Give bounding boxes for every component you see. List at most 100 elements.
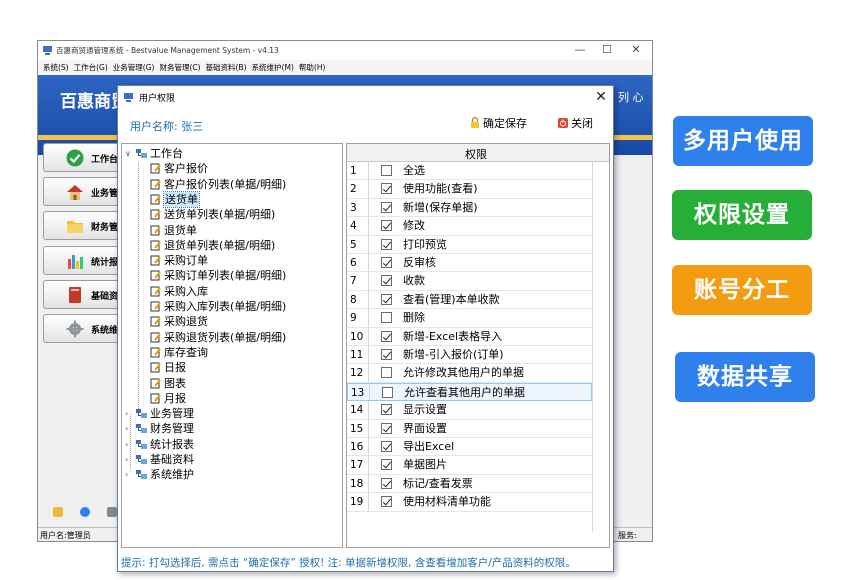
collapse-arrow-icon[interactable]: › <box>125 467 134 482</box>
permission-row[interactable]: 12 允许修改其他用户的单据 <box>347 364 592 383</box>
menu-workbench[interactable]: 工作台(G) <box>74 60 108 75</box>
dialog-close-button[interactable]: ✕ <box>592 88 610 106</box>
permission-row[interactable]: 8 查看(管理)本单收款 <box>347 290 592 310</box>
permission-checkbox[interactable] <box>382 386 393 398</box>
folder-icon <box>67 221 83 233</box>
permission-checkbox[interactable] <box>381 459 392 471</box>
permission-checkbox[interactable] <box>381 293 392 305</box>
permission-row[interactable]: 5 打印预览 <box>347 235 592 254</box>
permission-row[interactable]: 9 删除 <box>347 309 592 328</box>
sidebar-button-workbench[interactable]: 工作台 <box>43 143 121 172</box>
row-number: 14 <box>347 401 369 419</box>
permission-label: 使用材料清单功能 <box>403 495 491 509</box>
row-number: 10 <box>347 327 369 345</box>
minimize-button[interactable]: — <box>568 42 592 58</box>
permission-checkbox[interactable] <box>381 349 392 360</box>
folder-tree-icon <box>136 424 147 434</box>
chart-icon <box>68 255 83 269</box>
permission-row[interactable]: 4 修改 <box>347 217 592 236</box>
collapse-arrow-icon[interactable]: › <box>125 437 134 452</box>
sidebar-button-basic-data[interactable]: 基础资 <box>43 280 121 309</box>
permission-checkbox[interactable] <box>381 367 392 379</box>
permission-row[interactable]: 11 新增-引入报价(订单) <box>347 346 592 365</box>
row-number: 19 <box>347 493 369 511</box>
permission-row[interactable]: 6 反审核 <box>347 254 592 273</box>
menu-business[interactable]: 业务管理(G) <box>113 60 155 75</box>
permission-checkbox[interactable] <box>381 257 392 268</box>
permission-row[interactable]: 2 使用功能(查看) <box>347 180 592 199</box>
permission-row[interactable]: 16 导出Excel <box>347 438 592 457</box>
sidebar-button-finance[interactable]: 财务管 <box>43 211 121 240</box>
permission-label: 反审核 <box>403 256 436 269</box>
tree-node-label: 图表 <box>164 376 186 390</box>
menu-bar: 系统(S) 工作台(G) 业务管理(G) 财务管理(C) 基础资料(B) 系统维护(M) 帮… <box>38 60 652 75</box>
document-edit-icon <box>150 240 161 251</box>
permission-checkbox[interactable] <box>381 330 392 342</box>
collapse-arrow-icon[interactable]: › <box>125 452 134 467</box>
document-edit-icon <box>150 362 161 373</box>
permission-checkbox[interactable] <box>381 422 392 434</box>
power-icon <box>558 118 568 128</box>
permission-label: 收款 <box>403 274 425 288</box>
permission-row[interactable]: 18 标记/查看发票 <box>347 474 592 494</box>
permission-checkbox[interactable] <box>381 441 392 452</box>
permission-checkbox[interactable] <box>381 220 392 232</box>
permission-checkbox[interactable] <box>381 165 392 176</box>
permission-row[interactable]: 1 全选 <box>347 162 592 181</box>
permission-label: 删除 <box>403 311 425 325</box>
permission-checkbox[interactable] <box>381 183 392 195</box>
permission-row[interactable]: 15 界面设置 <box>347 419 592 438</box>
collapse-arrow-icon[interactable]: › <box>125 406 134 421</box>
row-number: 18 <box>347 474 369 493</box>
permission-checkbox[interactable] <box>381 496 392 508</box>
tree-node-label: 采购订单列表(单据/明细) <box>164 269 287 283</box>
banner-slogan: 列 心 <box>618 91 644 104</box>
permission-row[interactable]: 10 新增-Excel表格导入 <box>347 327 592 346</box>
permission-checkbox[interactable] <box>381 312 392 324</box>
menu-finance[interactable]: 财务管理(C) <box>159 60 200 75</box>
module-tree[interactable]: ∨ 工作台 客户报价 客户报价列表(单据/明细) 送货单 送货单列表(单据/明细) 退货单退… <box>121 143 343 548</box>
close-button-label: 关闭 <box>571 117 593 130</box>
permission-row[interactable]: 14 显示设置 <box>347 401 592 420</box>
badge-multi-user: 多用户使用 <box>673 116 813 166</box>
permission-label: 新增-引入报价(订单) <box>403 348 504 361</box>
close-button[interactable]: 关闭 <box>558 115 593 133</box>
tree-node-label: 客户报价 <box>164 162 208 176</box>
collapse-arrow-icon[interactable]: › <box>125 421 134 436</box>
info-icon[interactable] <box>80 507 90 517</box>
close-window-button[interactable]: ✕ <box>624 42 648 58</box>
save-button[interactable]: 确定保存 <box>470 115 527 133</box>
permission-row[interactable]: 17 单据图片 <box>347 456 592 475</box>
menu-basic-data[interactable]: 基础资料(B) <box>206 60 247 75</box>
main-titlebar[interactable]: 百惠商贸通管理系统 - Bestvalue Management System … <box>38 41 652 60</box>
permission-checkbox[interactable] <box>381 238 392 250</box>
permission-row[interactable]: 3 新增(保存单据) <box>347 198 592 218</box>
permission-checkbox[interactable] <box>381 404 392 416</box>
sidebar-button-label: 工作台 <box>91 155 119 165</box>
window-icon[interactable] <box>107 507 117 517</box>
sidebar-button-reports[interactable]: 统计报 <box>43 246 121 275</box>
row-number: 3 <box>347 198 369 217</box>
expand-arrow-icon[interactable]: ∨ <box>125 146 134 161</box>
document-edit-icon <box>150 393 161 404</box>
permission-label: 打印预览 <box>403 237 447 251</box>
permission-row[interactable]: 19 使用材料清单功能 <box>347 493 592 512</box>
permission-checkbox[interactable] <box>381 477 392 489</box>
sidebar-button-label: 基础资 <box>91 292 119 302</box>
permission-row[interactable]: 13 允许查看其他用户的单据 <box>347 382 592 402</box>
lock-icon[interactable] <box>53 507 63 517</box>
sidebar-button-label: 财务管 <box>91 223 119 233</box>
dialog-titlebar[interactable]: 用户权限 ✕ <box>118 86 613 108</box>
permission-row[interactable]: 7 收款 <box>347 272 592 291</box>
menu-system[interactable]: 系统(S) <box>43 60 69 75</box>
sidebar-button-business[interactable]: 业务管 <box>43 177 121 206</box>
permission-checkbox[interactable] <box>381 275 392 287</box>
maximize-button[interactable]: ☐ <box>595 42 619 58</box>
menu-help[interactable]: 帮助(H) <box>299 60 326 75</box>
menu-maintenance[interactable]: 系统维护(M) <box>252 60 294 75</box>
permission-checkbox[interactable] <box>381 201 392 213</box>
sidebar-button-maintenance[interactable]: 系统维 <box>43 314 121 343</box>
sidebar-button-label: 统计报 <box>91 258 119 268</box>
document-edit-icon <box>150 179 161 190</box>
tree-node-label: 系统维护 <box>150 468 194 482</box>
